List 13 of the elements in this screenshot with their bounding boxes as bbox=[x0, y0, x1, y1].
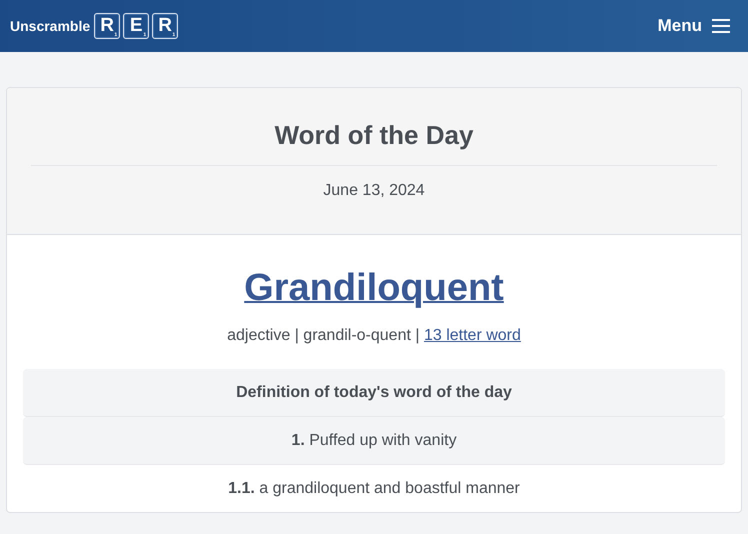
letter-count-link[interactable]: 13 letter word bbox=[424, 327, 521, 344]
menu-icon[interactable] bbox=[712, 19, 730, 33]
letter-tile: R$_{1}$ bbox=[94, 13, 120, 39]
brand-link[interactable]: Unscramble bbox=[10, 18, 90, 34]
letter-tile: E$_{1}$ bbox=[123, 13, 150, 39]
word-link[interactable]: Grandiloquent bbox=[244, 265, 504, 311]
word-info: adjective | grandil-o-quent | 13 letter word bbox=[226, 327, 522, 345]
page-title: Word of the Day bbox=[31, 120, 717, 166]
definition-text: 1. Puffed up with vanity bbox=[23, 417, 725, 465]
definition-heading: Definition of today's word of the day bbox=[23, 369, 725, 417]
date-text: June 13, 2024 bbox=[322, 182, 426, 200]
menu-button[interactable]: Menu bbox=[658, 16, 730, 36]
letter-tile: R$_{1}$ bbox=[152, 13, 178, 39]
